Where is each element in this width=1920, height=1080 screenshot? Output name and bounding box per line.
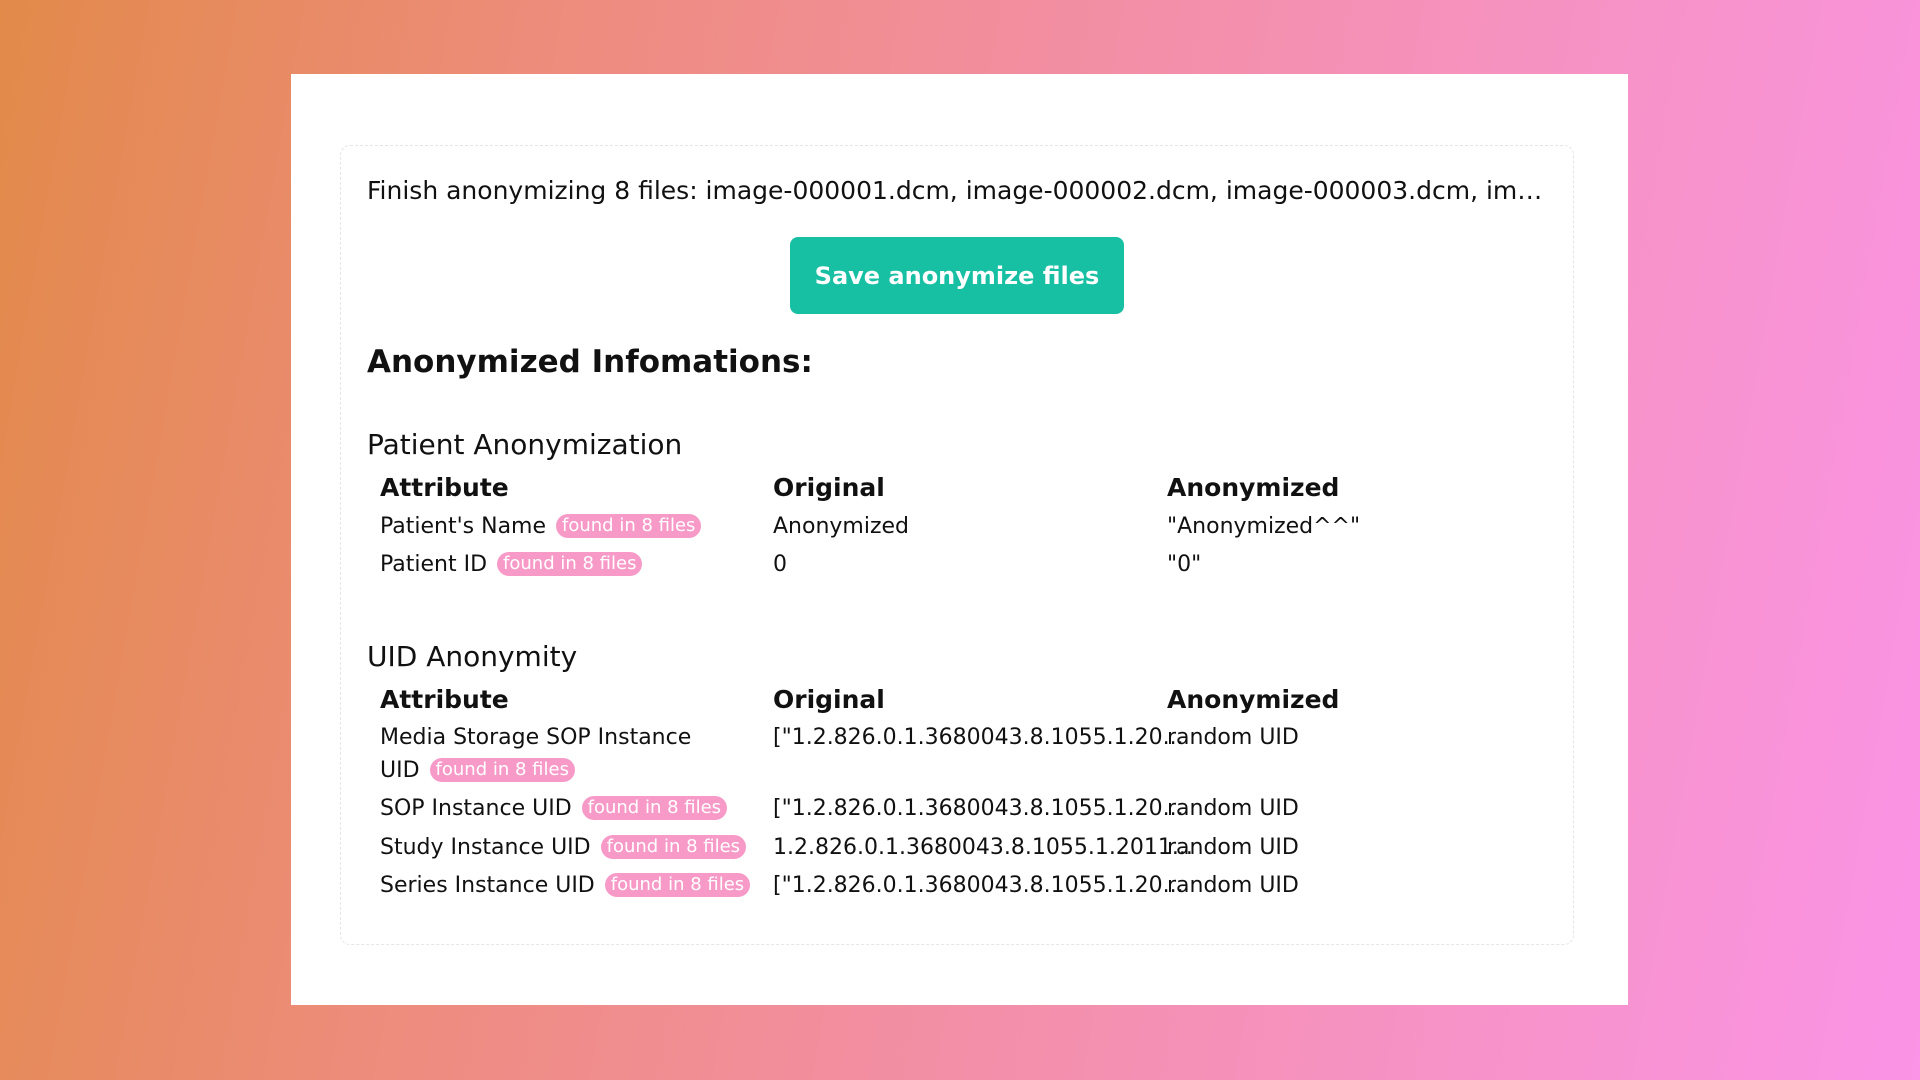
table-cell-anonymized: "Anonymized^^": [1167, 511, 1360, 543]
table-cell-anonymized: random UID: [1167, 793, 1299, 825]
attribute-label: Media Storage SOP Instance: [380, 725, 691, 750]
found-in-files-badge: found in 8 files: [430, 758, 575, 782]
table-cell-anonymized: random UID: [1167, 722, 1299, 754]
table-cell-original: Anonymized: [773, 511, 909, 543]
table-cell-anonymized: "0": [1167, 549, 1201, 581]
table-row-attribute: Series Instance UID found in 8 files: [380, 870, 750, 902]
attribute-label: UID: [380, 758, 420, 783]
patient-header-anonymized: Anonymized: [1167, 470, 1339, 506]
uid-header-attribute: Attribute: [380, 682, 509, 718]
found-in-files-badge: found in 8 files: [601, 835, 746, 859]
attribute-label: Patient ID: [380, 552, 487, 577]
table-row-attribute: Patient ID found in 8 files: [380, 549, 642, 581]
table-row-attribute: SOP Instance UID found in 8 files: [380, 793, 727, 825]
save-anonymize-files-button[interactable]: Save anonymize files: [790, 237, 1124, 314]
finish-message: Finish anonymizing 8 files: image-000001…: [367, 173, 1547, 209]
patient-anonymization-title: Patient Anonymization: [367, 425, 682, 465]
table-row-attribute: Patient's Name found in 8 files: [380, 511, 701, 543]
uid-header-original: Original: [773, 682, 885, 718]
table-cell-anonymized: random UID: [1167, 870, 1299, 902]
found-in-files-badge: found in 8 files: [582, 796, 727, 820]
attribute-label: Study Instance UID: [380, 835, 591, 860]
found-in-files-badge: found in 8 files: [556, 514, 701, 538]
uid-anonymity-title: UID Anonymity: [367, 637, 577, 677]
table-cell-anonymized: random UID: [1167, 832, 1299, 864]
uid-header-anonymized: Anonymized: [1167, 682, 1339, 718]
attribute-label: Series Instance UID: [380, 873, 595, 898]
attribute-label: SOP Instance UID: [380, 796, 572, 821]
table-cell-original: 1.2.826.0.1.3680043.8.1055.1.2011...: [773, 832, 1193, 864]
patient-header-attribute: Attribute: [380, 470, 509, 506]
anonymized-informations-title: Anonymized Infomations:: [367, 340, 813, 384]
attribute-label: Patient's Name: [380, 514, 546, 539]
table-row-attribute: Media Storage SOP Instance: [380, 722, 691, 754]
patient-header-original: Original: [773, 470, 885, 506]
table-cell-original: ["1.2.826.0.1.3680043.8.1055.1.20...: [773, 722, 1184, 754]
found-in-files-badge: found in 8 files: [497, 552, 642, 576]
table-row-attribute-continued: UID found in 8 files: [380, 755, 575, 787]
table-row-attribute: Study Instance UID found in 8 files: [380, 832, 746, 864]
table-cell-original: ["1.2.826.0.1.3680043.8.1055.1.20...: [773, 870, 1184, 902]
table-cell-original: 0: [773, 549, 787, 581]
found-in-files-badge: found in 8 files: [605, 873, 750, 897]
table-cell-original: ["1.2.826.0.1.3680043.8.1055.1.20...: [773, 793, 1184, 825]
